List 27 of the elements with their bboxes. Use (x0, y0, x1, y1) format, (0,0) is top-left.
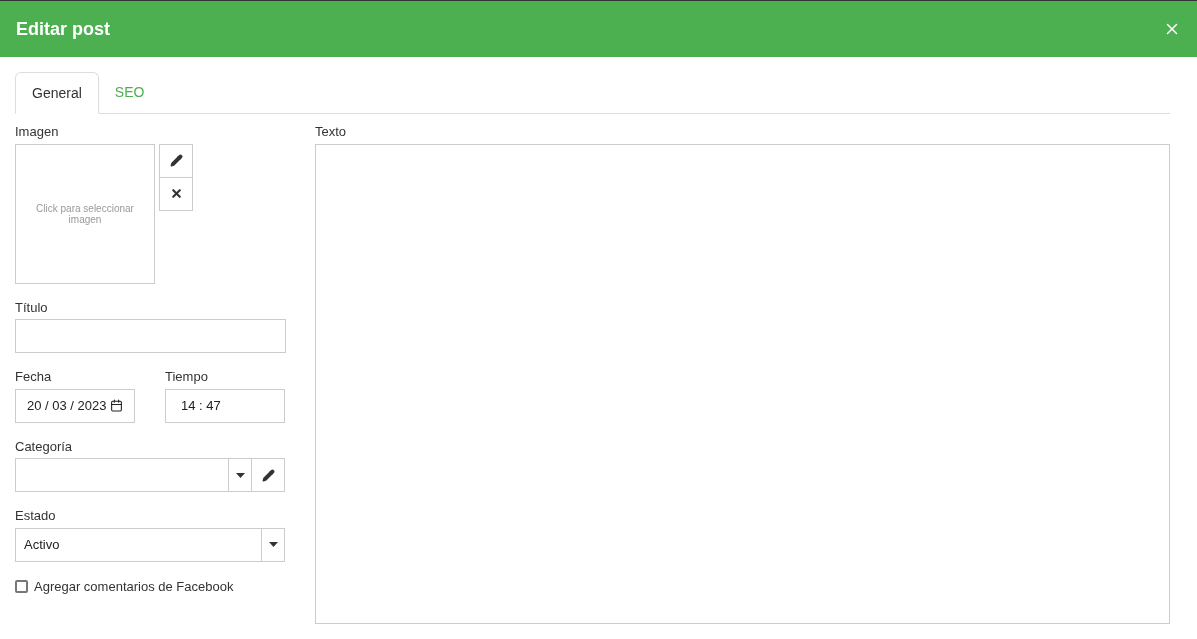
edit-button[interactable] (159, 143, 193, 178)
caret-icon (235, 472, 245, 478)
status-value: Activo (23, 535, 60, 554)
field-label: Título (15, 298, 49, 317)
field-label: Texto (315, 123, 348, 141)
title-input[interactable] (15, 319, 286, 353)
date-input[interactable]: 20 / 03 / 2023 (15, 388, 135, 423)
window-title: Editar post (16, 17, 110, 41)
date-value: 20 / 03 / 2023 (27, 396, 107, 415)
image-placeholder: Click para seleccionar imagen (35, 202, 135, 225)
caret-icon (268, 542, 278, 547)
field-label: Imagen (15, 123, 60, 141)
checkbox-label: Agregar comentarios de Facebook (34, 577, 234, 596)
edit-category-button[interactable] (252, 458, 285, 492)
tab[interactable]: General (15, 72, 99, 114)
pencil-icon (261, 468, 275, 482)
field-label: Fecha (15, 368, 53, 386)
checkbox[interactable] (15, 579, 28, 593)
calendar-icon (110, 399, 123, 412)
field-label: Estado (15, 507, 57, 525)
remove-button[interactable] (159, 177, 193, 211)
pencil-icon (169, 154, 183, 167)
time-input[interactable]: 14 : 47 (165, 388, 285, 423)
status-select[interactable]: Activo (15, 527, 285, 562)
field-label: Tiempo (165, 368, 209, 386)
field-label: Categoría (15, 437, 74, 456)
close-icon (169, 187, 183, 200)
